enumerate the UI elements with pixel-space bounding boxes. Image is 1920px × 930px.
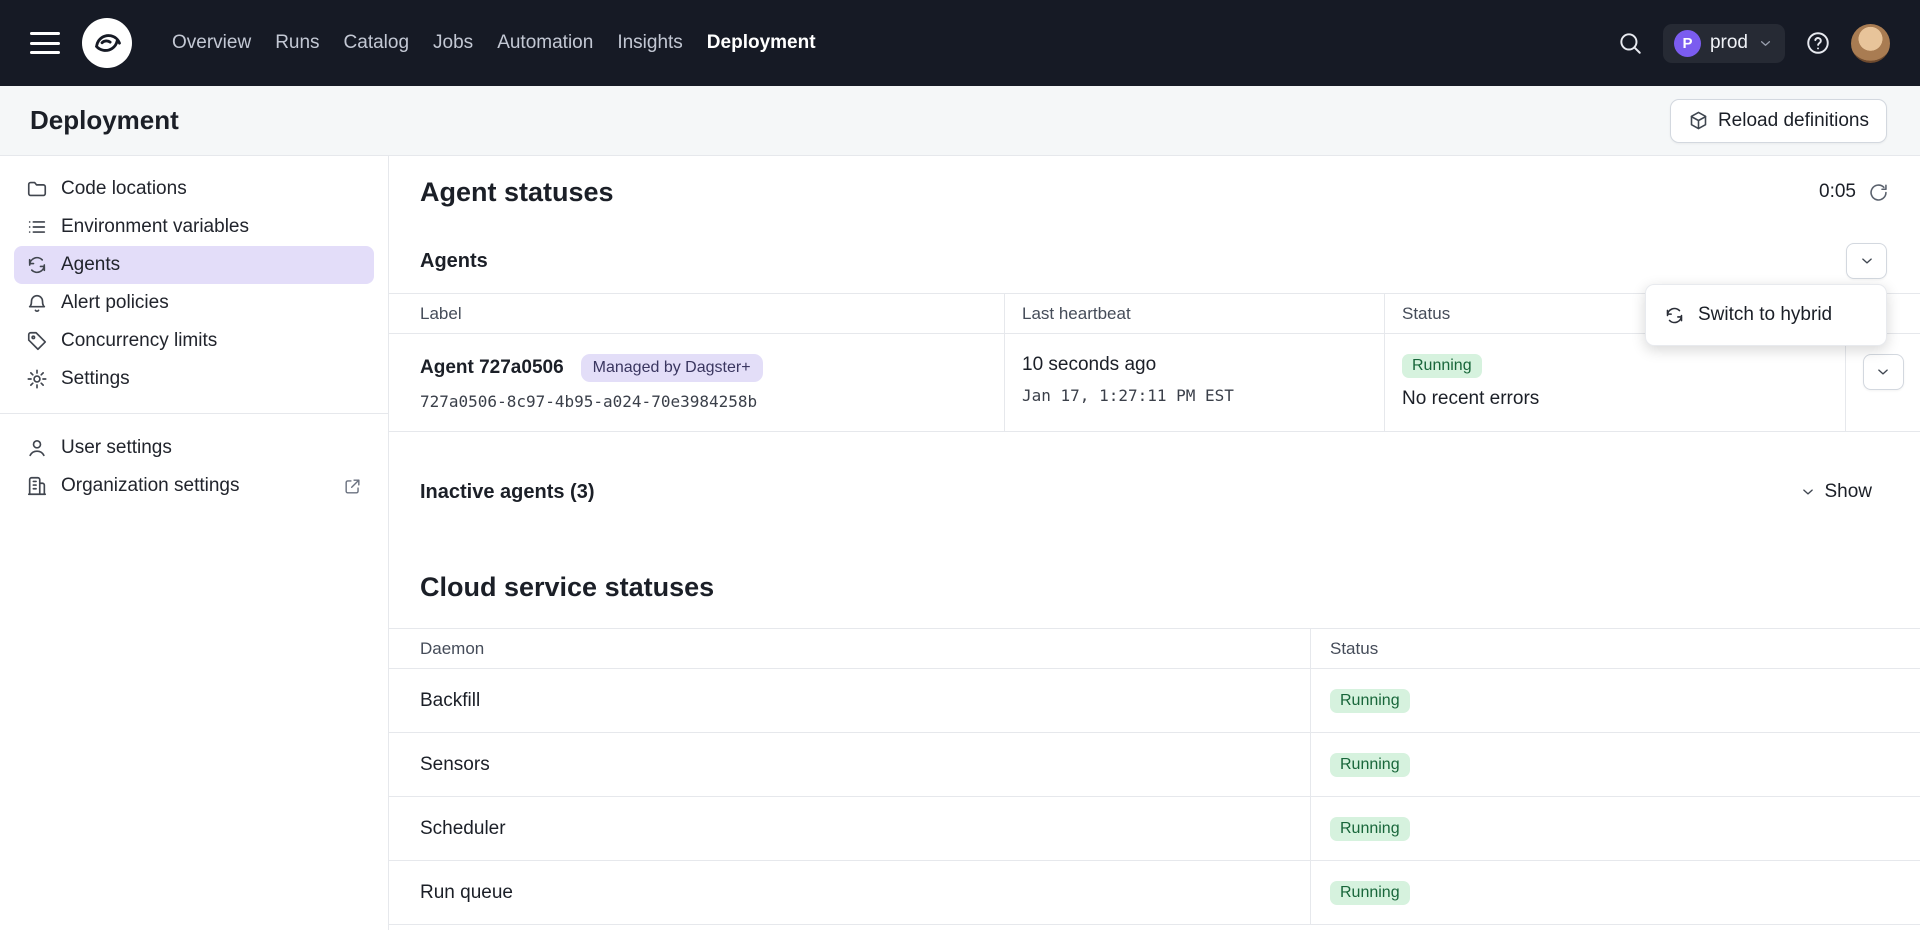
deployment-sidebar: Code locations Environment variables Age… <box>0 156 389 930</box>
dagster-logo[interactable] <box>82 18 132 68</box>
chevron-down-icon <box>1858 252 1876 270</box>
agent-icon <box>26 254 48 276</box>
column-header-status: Status <box>1310 629 1920 669</box>
daemon-name: Backfill <box>389 669 1310 733</box>
sidebar-item-agents[interactable]: Agents <box>14 246 374 284</box>
agents-actions-caret-button[interactable] <box>1846 243 1887 279</box>
chevron-down-icon <box>1799 483 1817 501</box>
cloud-services-table: Daemon Status Backfill Running Sensors R… <box>389 628 1920 925</box>
reload-definitions-icon <box>1688 110 1709 131</box>
nav-catalog[interactable]: Catalog <box>332 0 422 86</box>
reload-definitions-button[interactable]: Reload definitions <box>1670 99 1887 143</box>
page-title: Deployment <box>30 105 179 136</box>
agents-actions-menu: Switch to hybrid <box>1645 284 1887 346</box>
sidebar-item-concurrency-limits[interactable]: Concurrency limits <box>14 322 374 360</box>
sidebar-item-code-locations[interactable]: Code locations <box>14 170 374 208</box>
daemon-name: Sensors <box>389 733 1310 797</box>
deployment-switcher[interactable]: P prod <box>1663 24 1785 63</box>
bell-icon <box>26 292 48 314</box>
agent-icon <box>1664 305 1685 326</box>
deployment-name: prod <box>1710 32 1748 54</box>
sidebar-item-user-settings[interactable]: User settings <box>14 429 374 467</box>
status-note: No recent errors <box>1402 388 1829 410</box>
rows-icon <box>26 216 48 238</box>
folder-icon <box>26 178 48 200</box>
heartbeat-timestamp: Jan 17, 1:27:11 PM EST <box>1022 386 1368 405</box>
status-badge: Running <box>1402 354 1482 378</box>
agent-status-cell: Running No recent errors <box>1384 334 1845 432</box>
sidebar-item-organization-settings[interactable]: Organization settings <box>14 467 374 505</box>
nav-runs[interactable]: Runs <box>263 0 331 86</box>
status-badge: Running <box>1330 881 1410 905</box>
sidebar-item-alert-policies[interactable]: Alert policies <box>14 284 374 322</box>
show-inactive-agents-toggle[interactable]: Show <box>1799 481 1872 503</box>
sidebar-item-settings[interactable]: Settings <box>14 360 374 398</box>
help-icon[interactable] <box>1805 30 1831 56</box>
managed-badge: Managed by Dagster+ <box>581 354 763 382</box>
search-icon[interactable] <box>1617 30 1643 56</box>
nav-insights[interactable]: Insights <box>605 0 694 86</box>
refresh-countdown: 0:05 <box>1819 181 1856 203</box>
daemon-name: Run queue <box>389 861 1310 925</box>
gear-icon <box>26 368 48 390</box>
tag-icon <box>26 330 48 352</box>
agent-id: 727a0506-8c97-4b95-a024-70e3984258b <box>420 392 988 411</box>
agents-heading: Agents <box>420 250 488 273</box>
inactive-agents-heading: Inactive agents (3) <box>420 481 595 504</box>
daemon-status-cell: Running <box>1310 733 1920 797</box>
chevron-down-icon <box>1757 35 1774 52</box>
agent-name: Agent 727a0506 <box>420 357 564 379</box>
daemon-status-cell: Running <box>1310 797 1920 861</box>
agent-label-cell: Agent 727a0506 Managed by Dagster+ 727a0… <box>389 334 1004 432</box>
top-navbar: Overview Runs Catalog Jobs Automation In… <box>0 0 1920 86</box>
column-header-label: Label <box>389 294 1004 334</box>
agent-heartbeat-cell: 10 seconds ago Jan 17, 1:27:11 PM EST <box>1004 334 1384 432</box>
column-header-daemon: Daemon <box>389 629 1310 669</box>
user-icon <box>26 437 48 459</box>
external-link-icon <box>343 477 362 496</box>
cloud-service-statuses-title: Cloud service statuses <box>420 572 714 603</box>
primary-nav: Overview Runs Catalog Jobs Automation In… <box>160 0 828 86</box>
page-header: Deployment Reload definitions <box>0 86 1920 156</box>
agents-page: Agent statuses 0:05 Agents Label Last he… <box>389 156 1920 930</box>
heartbeat-relative: 10 seconds ago <box>1022 354 1368 376</box>
daemon-status-cell: Running <box>1310 669 1920 733</box>
nav-jobs[interactable]: Jobs <box>421 0 485 86</box>
menu-item-switch-to-hybrid[interactable]: Switch to hybrid <box>1646 285 1886 345</box>
hamburger-menu-icon[interactable] <box>30 32 60 54</box>
nav-automation[interactable]: Automation <box>485 0 605 86</box>
user-avatar[interactable] <box>1851 24 1890 63</box>
navbar-right: P prod <box>1617 24 1890 63</box>
sidebar-divider <box>0 413 388 414</box>
agent-row-caret-button[interactable] <box>1863 354 1904 390</box>
daemon-name: Scheduler <box>389 797 1310 861</box>
status-badge: Running <box>1330 817 1410 841</box>
column-header-last-heartbeat: Last heartbeat <box>1004 294 1384 334</box>
chevron-down-icon <box>1874 363 1892 381</box>
building-icon <box>26 475 48 497</box>
status-badge: Running <box>1330 689 1410 713</box>
nav-overview[interactable]: Overview <box>160 0 263 86</box>
daemon-status-cell: Running <box>1310 861 1920 925</box>
nav-deployment[interactable]: Deployment <box>695 0 828 86</box>
sidebar-item-environment-variables[interactable]: Environment variables <box>14 208 374 246</box>
refresh-icon[interactable] <box>1868 182 1889 203</box>
agent-row-actions-cell <box>1845 334 1920 432</box>
agent-statuses-title: Agent statuses <box>420 177 614 208</box>
status-badge: Running <box>1330 753 1410 777</box>
deployment-avatar: P <box>1674 30 1701 57</box>
